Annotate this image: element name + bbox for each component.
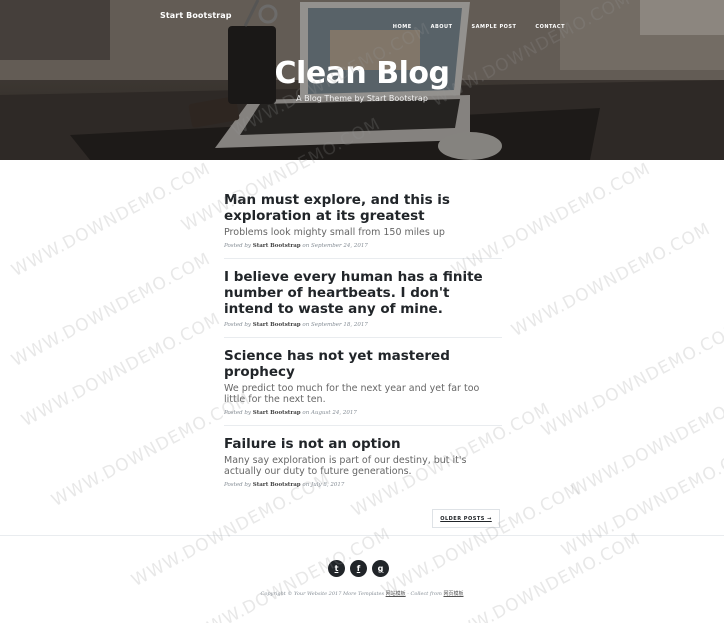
post-date: on September 18, 2017 bbox=[302, 322, 368, 328]
nav-link-contact[interactable]: CONTACT bbox=[535, 24, 565, 30]
post-subtitle: We predict too much for the next year an… bbox=[224, 383, 480, 405]
post-title[interactable]: Failure is not an option bbox=[224, 436, 502, 452]
site-subtitle: A Blog Theme by Start Bootstrap bbox=[296, 94, 428, 103]
post-meta: Posted by Start Bootstrap on August 24, … bbox=[224, 410, 502, 416]
post-meta: Posted by Start Bootstrap on September 2… bbox=[224, 243, 502, 249]
watermark-text: WWW.DOWNDEMO.COM bbox=[18, 308, 225, 432]
nav-item-about: ABOUT bbox=[431, 13, 453, 32]
nav-item-home: HOME bbox=[393, 13, 412, 32]
post-link[interactable]: Man must explore, and this is exploratio… bbox=[224, 192, 502, 238]
masthead: Start Bootstrap HOME ABOUT SAMPLE POST C… bbox=[0, 0, 724, 160]
post-meta: Posted by Start Bootstrap on September 1… bbox=[224, 322, 502, 328]
older-posts-button[interactable]: OLDER POSTS → bbox=[432, 509, 500, 528]
post-subtitle: Many say exploration is part of our dest… bbox=[224, 455, 467, 477]
watermark-text: WWW.DOWNDEMO.COM bbox=[568, 378, 724, 502]
post-author-link[interactable]: Start Bootstrap bbox=[253, 482, 301, 488]
templates-link[interactable]: 网站模板 bbox=[386, 591, 406, 597]
nav-link-about[interactable]: ABOUT bbox=[431, 24, 453, 30]
post-title[interactable]: Science has not yet mastered prophecy bbox=[224, 348, 502, 380]
post-author-link[interactable]: Start Bootstrap bbox=[253, 243, 301, 249]
navbar-brand[interactable]: Start Bootstrap bbox=[160, 11, 232, 20]
watermark-text: WWW.DOWNDEMO.COM bbox=[8, 158, 215, 282]
post-meta-prefix: Posted by bbox=[224, 243, 251, 249]
post-meta-prefix: Posted by bbox=[224, 322, 251, 328]
post-author-link[interactable]: Start Bootstrap bbox=[253, 322, 301, 328]
footer-divider bbox=[0, 535, 724, 536]
post-title[interactable]: Man must explore, and this is exploratio… bbox=[224, 192, 502, 224]
post-preview: Failure is not an option Many say explor… bbox=[224, 436, 502, 497]
watermark-text: WWW.DOWNDEMO.COM bbox=[538, 318, 724, 442]
collect-text: - Collect from bbox=[405, 591, 444, 597]
post-meta: Posted by Start Bootstrap on July 8, 201… bbox=[224, 482, 502, 488]
post-meta-prefix: Posted by bbox=[224, 410, 251, 416]
facebook-icon[interactable]: f bbox=[350, 560, 367, 577]
github-icon[interactable]: g bbox=[372, 560, 389, 577]
watermark-text: WWW.DOWNDEMO.COM bbox=[8, 248, 215, 372]
site-heading: Clean Blog A Blog Theme by Start Bootstr… bbox=[0, 56, 724, 103]
nav-link-home[interactable]: HOME bbox=[393, 24, 412, 30]
watermark-text: WWW.DOWNDEMO.COM bbox=[558, 438, 724, 562]
post-link[interactable]: I believe every human has a finite numbe… bbox=[224, 269, 502, 317]
site-title: Clean Blog bbox=[274, 56, 450, 91]
nav-item-sample-post: SAMPLE POST bbox=[472, 13, 517, 32]
post-link[interactable]: Failure is not an option Many say explor… bbox=[224, 436, 502, 477]
post-author-link[interactable]: Start Bootstrap bbox=[253, 410, 301, 416]
post-date: on July 8, 2017 bbox=[302, 482, 345, 488]
post-date: on September 24, 2017 bbox=[302, 243, 368, 249]
copyright-text: Copyright © Your Website 2017 More Templ… bbox=[260, 591, 385, 597]
watermark-text: WWW.DOWNDEMO.COM bbox=[508, 218, 715, 342]
post-preview: I believe every human has a finite numbe… bbox=[224, 269, 502, 338]
post-link[interactable]: Science has not yet mastered prophecy We… bbox=[224, 348, 502, 405]
post-meta-prefix: Posted by bbox=[224, 482, 251, 488]
social-links: t f g bbox=[328, 560, 389, 577]
post-subtitle: Problems look mighty small from 150 mile… bbox=[224, 227, 445, 238]
nav-links: HOME ABOUT SAMPLE POST CONTACT bbox=[393, 13, 565, 32]
copyright: Copyright © Your Website 2017 More Templ… bbox=[0, 590, 724, 597]
post-preview: Science has not yet mastered prophecy We… bbox=[224, 348, 502, 426]
navbar: Start Bootstrap HOME ABOUT SAMPLE POST C… bbox=[0, 0, 724, 34]
post-title[interactable]: I believe every human has a finite numbe… bbox=[224, 269, 502, 317]
twitter-icon[interactable]: t bbox=[328, 560, 345, 577]
nav-link-sample-post[interactable]: SAMPLE POST bbox=[472, 24, 517, 30]
post-list: Man must explore, and this is exploratio… bbox=[224, 186, 502, 507]
watermark-text: WWW.DOWNDEMO.COM bbox=[438, 528, 645, 623]
collect-link[interactable]: 网页模板 bbox=[443, 591, 463, 597]
post-date: on August 24, 2017 bbox=[302, 410, 357, 416]
post-preview: Man must explore, and this is exploratio… bbox=[224, 192, 502, 259]
nav-item-contact: CONTACT bbox=[535, 13, 565, 32]
